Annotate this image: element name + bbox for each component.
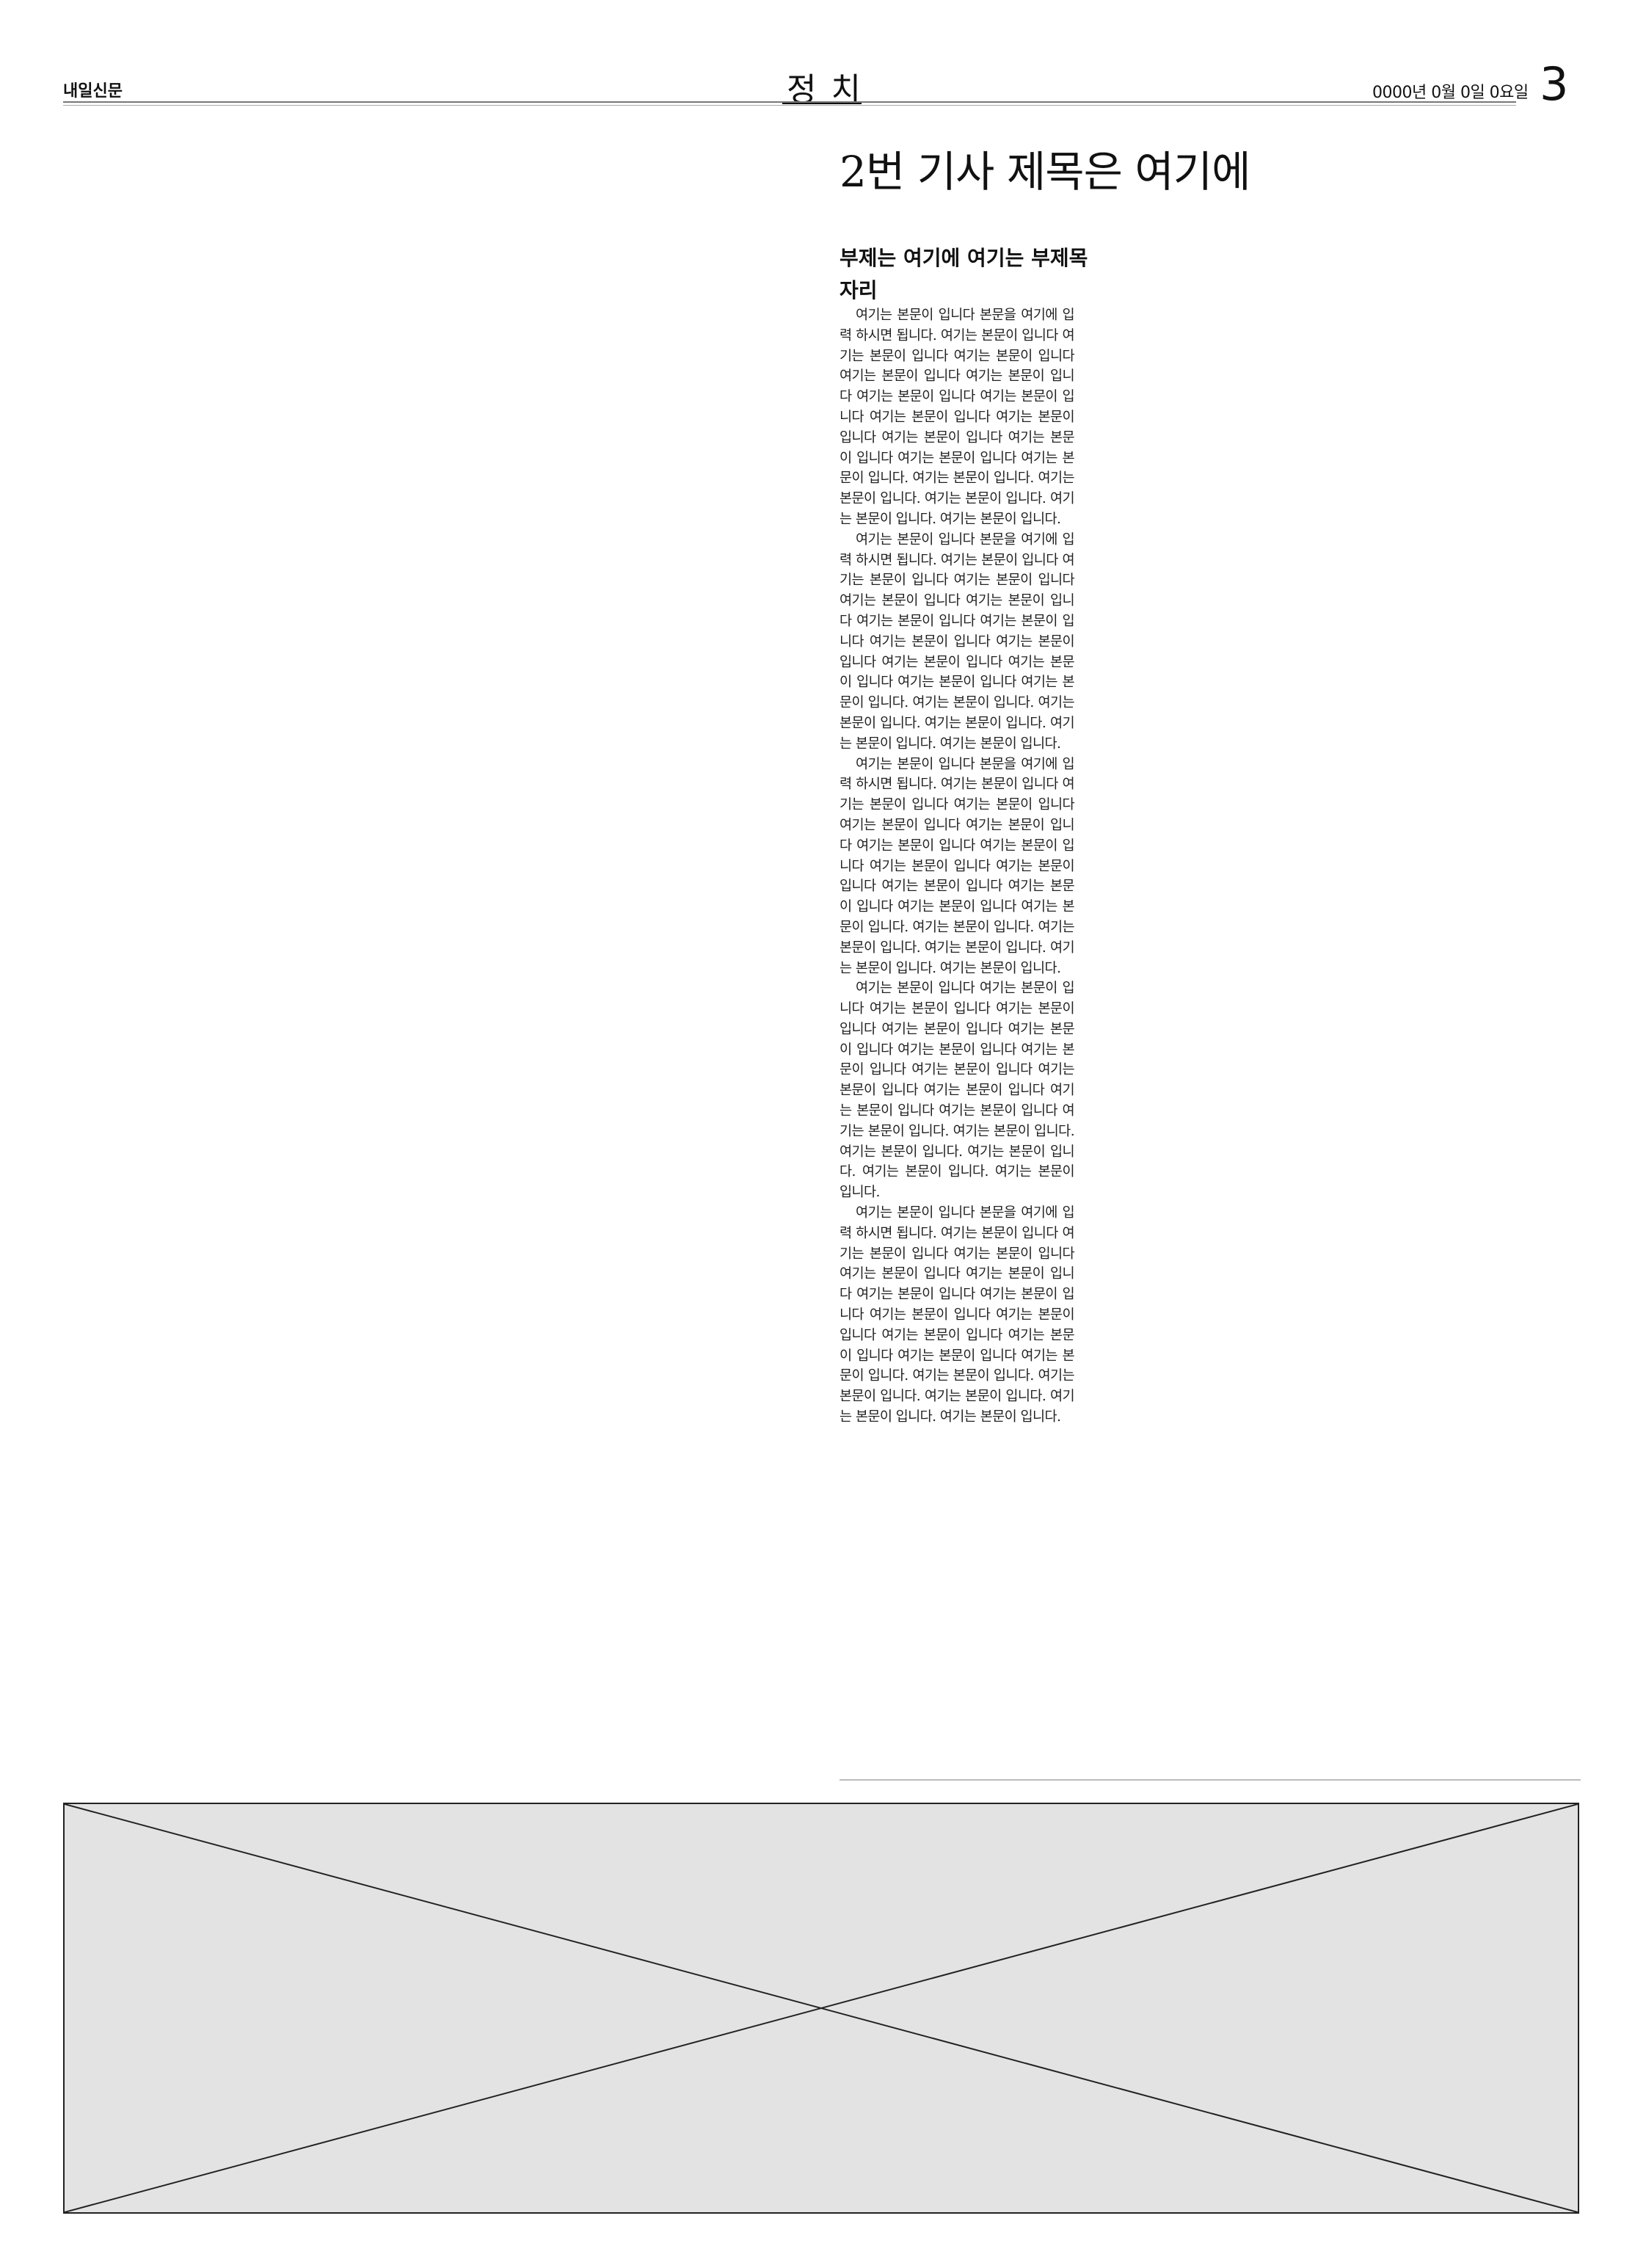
article-bottom-rule bbox=[840, 1779, 1581, 1781]
header-rule-thin bbox=[63, 105, 1516, 106]
body-paragraph: 여기는 본문이 입니다 본문을 여기에 입력 하시면 됩니다. 여기는 본문이 … bbox=[840, 531, 1075, 752]
body-paragraph: 여기는 본문이 입니다 본문을 여기에 입력 하시면 됩니다. 여기는 본문이 … bbox=[840, 1205, 1075, 1425]
article-headline: 2번 기사 제목은 여기에 bbox=[840, 147, 1250, 197]
header-rule bbox=[63, 101, 1516, 103]
body-paragraph: 여기는 본문이 입니다 여기는 본문이 입니다 여기는 본문이 입니다 여기는 … bbox=[840, 981, 1075, 1201]
article-header: 2번 기사 제목은 여기에 부제는 여기에 여기는 부제목 자리 bbox=[840, 147, 1581, 308]
page-number: 3 bbox=[1540, 57, 1569, 111]
body-paragraph: 여기는 본문이 입니다 본문을 여기에 입력 하시면 됩니다. 여기는 본문이 … bbox=[840, 756, 1075, 976]
article-body: 여기는 본문이 입니다 본문을 여기에 입력 하시면 됩니다. 여기는 본문이 … bbox=[840, 305, 1075, 1428]
issue-date: 0000년 0월 0일 0요일 bbox=[1372, 84, 1529, 102]
body-paragraph: 여기는 본문이 입니다 본문을 여기에 입력 하시면 됩니다. 여기는 본문이 … bbox=[840, 308, 1075, 527]
ad-image-placeholder bbox=[63, 1803, 1579, 2214]
placeholder-cross-icon bbox=[65, 1804, 1578, 2212]
newspaper-name: 내일신문 bbox=[63, 82, 123, 101]
article-subhead: 부제는 여기에 여기는 부제목 자리 bbox=[840, 245, 1088, 303]
